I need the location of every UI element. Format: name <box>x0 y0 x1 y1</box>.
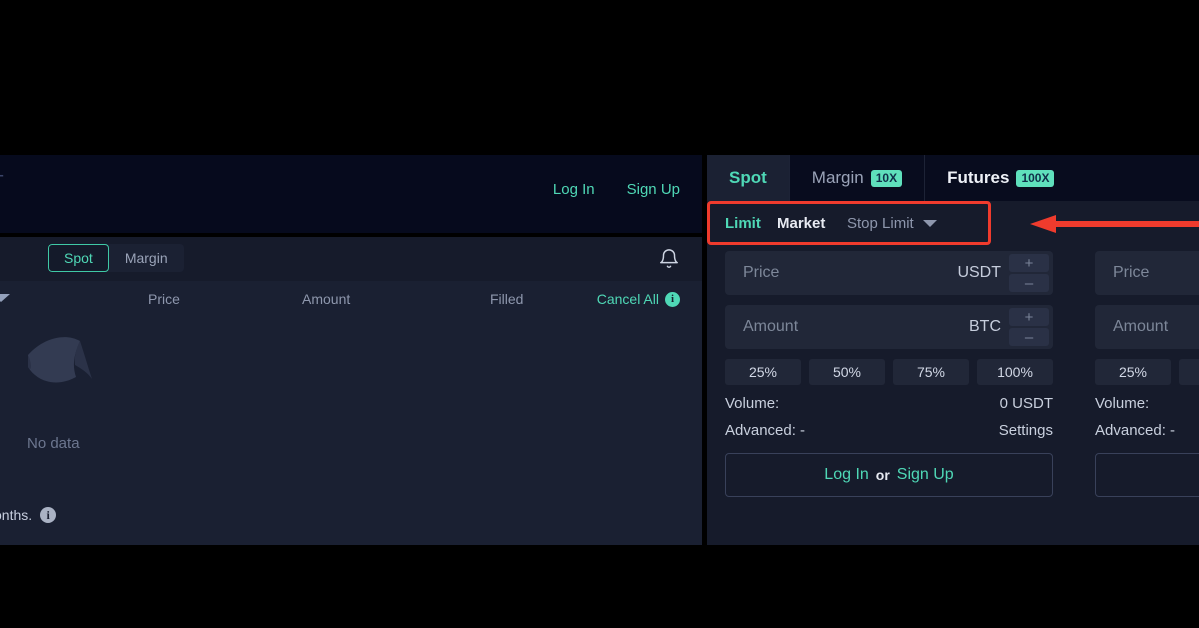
sell-advanced-row: Advanced: - Settings <box>1095 422 1199 439</box>
minus-icon[interactable]: – <box>1009 328 1049 346</box>
buy-percent-100[interactable]: 100% <box>977 359 1053 385</box>
orders-pane: -- -- Log In Sign Up Spot Margin Price <box>0 155 702 545</box>
buy-price-field[interactable]: Price USDT + – <box>725 251 1053 295</box>
tab-margin-leverage-badge: 10X <box>870 169 903 187</box>
minus-icon[interactable]: – <box>1009 274 1049 292</box>
order-type-limit[interactable]: Limit <box>725 215 761 232</box>
order-type-stop-limit-label: Stop Limit <box>847 215 914 232</box>
buy-volume-value: 0 USDT <box>999 395 1053 412</box>
tab-spot[interactable]: Spot <box>707 155 789 201</box>
header-sign-up-link[interactable]: Sign Up <box>627 181 680 198</box>
bottom-letterbox <box>0 545 1199 628</box>
buy-price-unit: USDT <box>957 264 1001 281</box>
buy-log-in-link[interactable]: Log In <box>824 466 868 484</box>
column-header-amount: Amount <box>302 291 351 307</box>
buy-advanced-row: Advanced: - Settings <box>725 422 1053 439</box>
sell-amount-placeholder: Amount <box>1113 318 1169 335</box>
sell-percent-50[interactable]: 50% <box>1179 359 1199 385</box>
buy-percent-50[interactable]: 50% <box>809 359 885 385</box>
sell-order-form: Price USDT + – Amount BTC + – 25% 50% 75… <box>1095 251 1199 497</box>
info-icon[interactable]: i <box>40 507 57 523</box>
buy-advanced-label: Advanced: - <box>725 422 806 439</box>
empty-box-illustration-icon <box>28 337 92 383</box>
trade-pane: Spot Margin 10X Futures 100X Limit Marke… <box>707 155 1199 545</box>
footer-note-row: onths. i <box>0 507 57 523</box>
tab-margin[interactable]: Margin 10X <box>790 155 924 201</box>
buy-amount-placeholder: Amount <box>743 318 799 335</box>
column-header-filled: Filled <box>490 291 524 307</box>
buy-price-placeholder: Price <box>743 264 780 281</box>
orders-toolbar: Spot Margin <box>0 237 702 281</box>
cancel-all-label: Cancel All <box>596 291 659 307</box>
buy-price-stepper[interactable]: + – <box>1009 254 1049 292</box>
buy-percent-75[interactable]: 75% <box>893 359 969 385</box>
ticker-value-top: -- <box>0 167 5 182</box>
site-header: -- -- Log In Sign Up <box>0 155 702 233</box>
buy-auth-prompt[interactable]: Log In or Sign Up <box>725 453 1053 497</box>
buy-percent-row: 25% 50% 75% 100% <box>725 359 1053 385</box>
orders-toggle-margin[interactable]: Margin <box>109 244 184 272</box>
chevron-down-icon[interactable] <box>922 220 937 227</box>
sell-volume-label: Volume: <box>1095 395 1150 412</box>
buy-amount-stepper[interactable]: + – <box>1009 308 1049 346</box>
buy-volume-label: Volume: <box>725 395 780 412</box>
sell-advanced-label: Advanced: - <box>1095 422 1176 439</box>
buy-or-label: or <box>875 467 890 483</box>
tab-spot-label: Spot <box>729 168 767 187</box>
ticker-value-bottom: -- <box>0 191 1 206</box>
order-type-market[interactable]: Market <box>777 215 825 232</box>
info-icon[interactable]: i <box>665 291 680 307</box>
column-header-price: Price <box>148 291 180 307</box>
buy-amount-field[interactable]: Amount BTC + – <box>725 305 1053 349</box>
top-letterbox <box>0 0 1199 155</box>
orders-column-header: Price Amount Filled Cancel All i <box>0 281 702 317</box>
orders-toggle-spot[interactable]: Spot <box>48 244 109 272</box>
buy-settings-link[interactable]: Settings <box>999 422 1053 439</box>
tab-futures-label: Futures <box>947 168 1010 187</box>
cancel-all-button[interactable]: Cancel All i <box>597 291 680 307</box>
orders-footer-note: onths. i <box>0 497 702 545</box>
tab-margin-label: Margin <box>811 168 864 187</box>
buy-sign-up-link[interactable]: Sign Up <box>897 466 954 484</box>
sell-volume-row: Volume: 0 USDT <box>1095 395 1199 412</box>
orders-market-toggle: Spot Margin <box>48 244 184 272</box>
tab-futures[interactable]: Futures 100X <box>925 155 1076 201</box>
sell-amount-field[interactable]: Amount BTC + – <box>1095 305 1199 349</box>
tab-futures-leverage-badge: 100X <box>1016 169 1055 187</box>
order-type-stop-limit[interactable]: Stop Limit <box>847 215 937 232</box>
plus-icon[interactable]: + <box>1009 254 1049 272</box>
plus-icon[interactable]: + <box>1009 308 1049 326</box>
header-log-in-link[interactable]: Log In <box>553 181 595 198</box>
buy-order-form: Price USDT + – Amount BTC + – 25% 50% 75… <box>725 251 1053 497</box>
chevron-down-icon[interactable] <box>0 294 10 302</box>
buy-percent-25[interactable]: 25% <box>725 359 801 385</box>
footer-note-text: onths. <box>0 507 33 523</box>
header-auth-links: Log In Sign Up <box>553 181 680 198</box>
sell-price-field[interactable]: Price USDT + – <box>1095 251 1199 295</box>
sell-price-placeholder: Price <box>1113 264 1150 281</box>
sell-auth-prompt[interactable]: Lo <box>1095 453 1199 497</box>
order-type-row: Limit Market Stop Limit <box>707 201 1199 246</box>
buy-amount-unit: BTC <box>969 318 1001 335</box>
screenshot-root: -- -- Log In Sign Up Spot Margin Price <box>0 0 1199 628</box>
orders-empty-state: No data <box>0 317 702 497</box>
sell-percent-row: 25% 50% 75% 100% <box>1095 359 1199 385</box>
buy-volume-row: Volume: 0 USDT <box>725 395 1053 412</box>
notification-bell-icon[interactable] <box>658 248 680 270</box>
sell-percent-25[interactable]: 25% <box>1095 359 1171 385</box>
empty-state-label: No data <box>27 435 80 452</box>
market-tabs: Spot Margin 10X Futures 100X <box>707 155 1199 201</box>
